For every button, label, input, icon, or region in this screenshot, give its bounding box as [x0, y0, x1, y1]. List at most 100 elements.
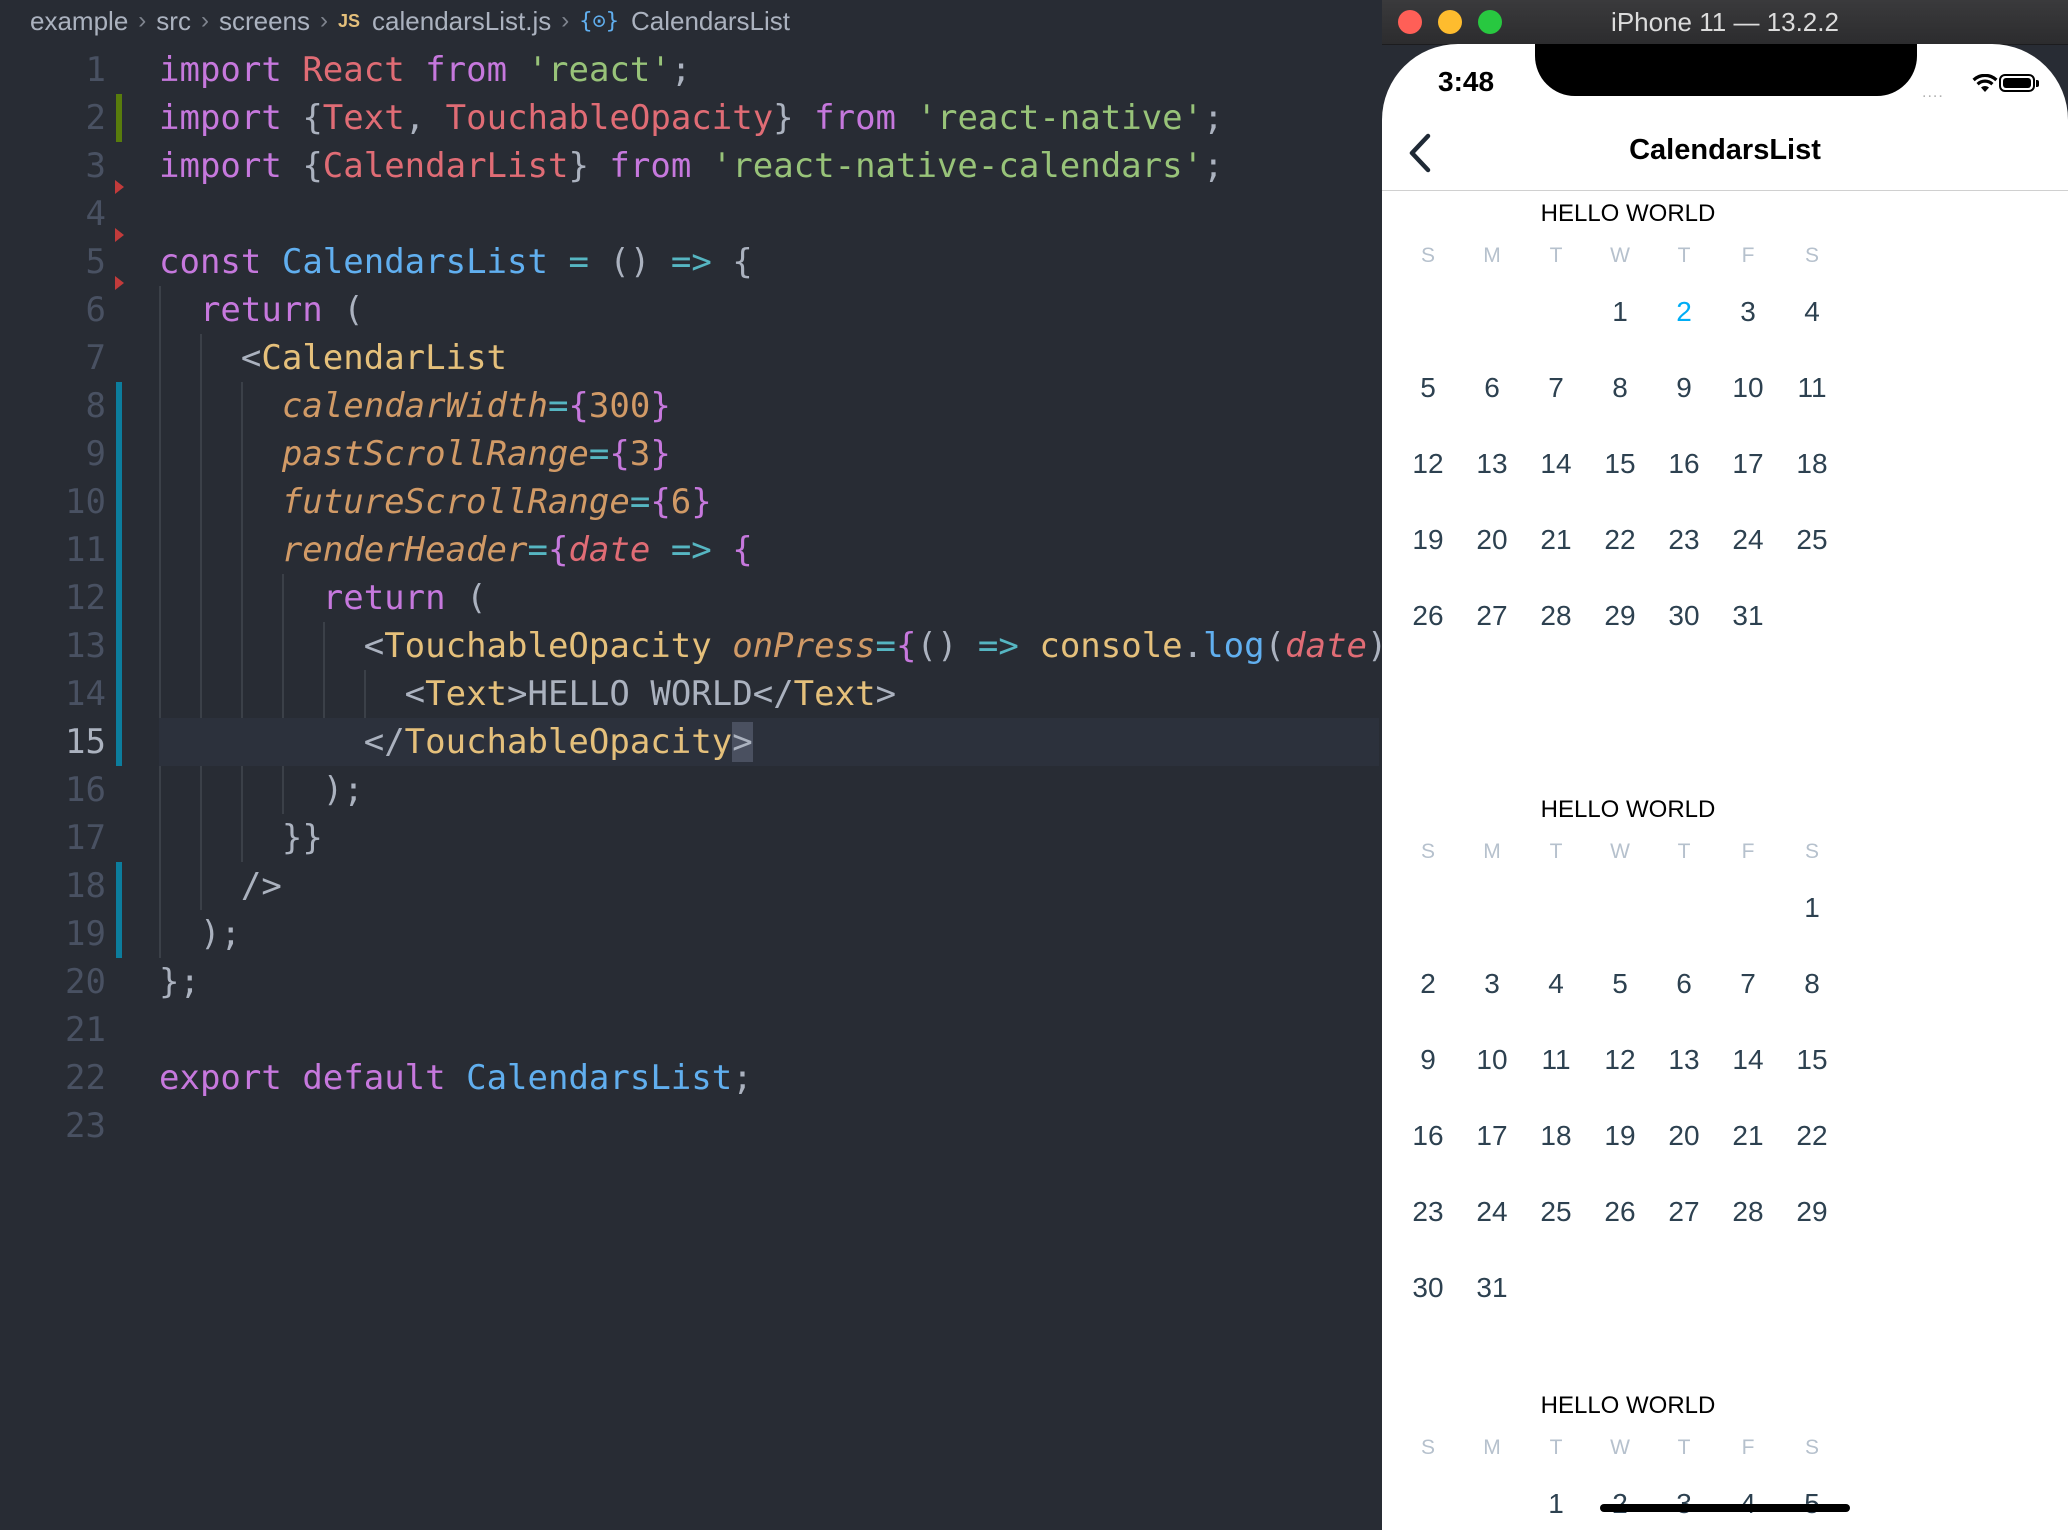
line-number[interactable]: 21 — [0, 1006, 106, 1054]
code-text[interactable]: }; — [159, 958, 200, 1006]
code-line[interactable]: 1 import React from 'react'; — [0, 46, 1382, 94]
calendar-day[interactable]: 4 — [1782, 296, 1842, 328]
home-indicator[interactable] — [1600, 1504, 1850, 1512]
calendar-day[interactable]: 10 — [1718, 372, 1778, 404]
breadcrumb-item-folder-example[interactable]: example — [30, 6, 128, 37]
line-number[interactable]: 17 — [0, 814, 106, 862]
code-line[interactable]: 13 <TouchableOpacity onPress={() => cons… — [0, 622, 1382, 670]
git-modified-marker[interactable] — [116, 430, 122, 478]
code-text[interactable]: <TouchableOpacity onPress={() => console… — [159, 622, 1382, 670]
calendar-day[interactable]: 5 — [1398, 372, 1458, 404]
calendar-day[interactable]: 16 — [1654, 448, 1714, 480]
calendar-day[interactable]: 5 — [1590, 968, 1650, 1000]
code-text[interactable]: }} — [159, 814, 323, 862]
calendar-day[interactable]: 31 — [1462, 1272, 1522, 1304]
calendar-day[interactable]: 22 — [1782, 1120, 1842, 1152]
calendar-day[interactable]: 8 — [1782, 968, 1842, 1000]
line-number[interactable]: 19 — [0, 910, 106, 958]
calendar-day[interactable]: 20 — [1654, 1120, 1714, 1152]
calendar-day[interactable]: 7 — [1718, 968, 1778, 1000]
calendar-day[interactable]: 11 — [1526, 1044, 1586, 1076]
code-line[interactable]: 9 pastScrollRange={3} — [0, 430, 1382, 478]
git-modified-marker[interactable] — [116, 718, 122, 766]
calendar-day-today[interactable]: 2 — [1654, 296, 1714, 328]
month-header-touchable[interactable]: HELLO WORLD — [1382, 796, 1874, 824]
code-text[interactable]: <CalendarList — [159, 334, 507, 382]
calendar-day[interactable]: 21 — [1526, 524, 1586, 556]
code-text[interactable]: ); — [159, 766, 364, 814]
calendar-day[interactable]: 21 — [1718, 1120, 1778, 1152]
line-number[interactable]: 11 — [0, 526, 106, 574]
line-number[interactable]: 13 — [0, 622, 106, 670]
line-number[interactable]: 9 — [0, 430, 106, 478]
git-modified-marker[interactable] — [116, 526, 122, 574]
calendar-day[interactable]: 20 — [1462, 524, 1522, 556]
month-header-touchable[interactable]: HELLO WORLD — [1382, 200, 1874, 228]
code-text[interactable]: ); — [159, 910, 241, 958]
calendar-day[interactable]: 30 — [1654, 600, 1714, 632]
calendar-day[interactable]: 9 — [1654, 372, 1714, 404]
calendar-day[interactable]: 29 — [1590, 600, 1650, 632]
code-text[interactable]: </TouchableOpacity> — [159, 718, 753, 766]
calendar-day[interactable]: 4 — [1526, 968, 1586, 1000]
git-modified-marker[interactable] — [116, 622, 122, 670]
line-number[interactable]: 8 — [0, 382, 106, 430]
calendar-day[interactable]: 7 — [1526, 372, 1586, 404]
line-number[interactable]: 16 — [0, 766, 106, 814]
calendar-day[interactable]: 31 — [1718, 600, 1778, 632]
code-text[interactable]: calendarWidth={300} — [159, 382, 671, 430]
git-modified-marker[interactable] — [116, 382, 122, 430]
calendar-day[interactable]: 18 — [1782, 448, 1842, 480]
code-line[interactable]: 2 import {Text, TouchableOpacity} from 'r… — [0, 94, 1382, 142]
code-line[interactable]: 16 ); — [0, 766, 1382, 814]
calendar-day[interactable]: 24 — [1718, 524, 1778, 556]
code-line[interactable]: 5 const CalendarsList = () => { — [0, 238, 1382, 290]
breadcrumb-item-file[interactable]: calendarsList.js — [372, 6, 551, 37]
calendar-day[interactable]: 12 — [1590, 1044, 1650, 1076]
git-modified-marker[interactable] — [116, 910, 122, 958]
code-line[interactable]: 4 — [0, 190, 1382, 242]
calendar-day[interactable]: 1 — [1782, 892, 1842, 924]
code-line[interactable]: 23 — [0, 1102, 1382, 1150]
line-number[interactable]: 2 — [0, 94, 106, 142]
calendar-day[interactable]: 28 — [1526, 600, 1586, 632]
line-number[interactable]: 5 — [0, 238, 106, 286]
calendar-day[interactable]: 6 — [1462, 372, 1522, 404]
calendar-day[interactable]: 29 — [1782, 1196, 1842, 1228]
calendar-day[interactable]: 24 — [1462, 1196, 1522, 1228]
code-line[interactable]: 18 /> — [0, 862, 1382, 910]
code-line[interactable]: 20}; — [0, 958, 1382, 1006]
code-line[interactable]: 6 return ( — [0, 286, 1382, 334]
code-line[interactable]: 14 <Text>HELLO WORLD</Text> — [0, 670, 1382, 718]
code-text[interactable]: return ( — [159, 574, 487, 622]
git-modified-marker[interactable] — [116, 862, 122, 910]
calendar-day[interactable]: 12 — [1398, 448, 1458, 480]
line-number[interactable]: 14 — [0, 670, 106, 718]
line-number[interactable]: 3 — [0, 142, 106, 190]
breadcrumb-item-folder-screens[interactable]: screens — [219, 6, 310, 37]
line-number[interactable]: 1 — [0, 46, 106, 94]
line-number[interactable]: 18 — [0, 862, 106, 910]
calendar-day[interactable]: 3 — [1718, 296, 1778, 328]
calendar-day[interactable]: 15 — [1782, 1044, 1842, 1076]
calendar-day[interactable]: 10 — [1462, 1044, 1522, 1076]
calendar-day[interactable]: 11 — [1782, 372, 1842, 404]
code-text[interactable]: import {CalendarList} from 'react-native… — [159, 142, 1224, 190]
git-modified-marker[interactable] — [116, 478, 122, 526]
code-line[interactable]: 12 return ( — [0, 574, 1382, 622]
breadcrumb-item-folder-src[interactable]: src — [156, 6, 191, 37]
calendar-day[interactable]: 3 — [1462, 968, 1522, 1000]
calendar-day[interactable]: 19 — [1398, 524, 1458, 556]
line-number[interactable]: 7 — [0, 334, 106, 382]
code-text[interactable]: renderHeader={date => { — [159, 526, 753, 574]
code-text[interactable]: return ( — [159, 286, 364, 334]
calendar-day[interactable]: 1 — [1526, 1488, 1586, 1520]
calendar-day[interactable]: 19 — [1590, 1120, 1650, 1152]
git-modified-marker[interactable] — [116, 670, 122, 718]
code-text[interactable]: pastScrollRange={3} — [159, 430, 671, 478]
calendar-day[interactable]: 13 — [1654, 1044, 1714, 1076]
line-number[interactable]: 22 — [0, 1054, 106, 1102]
calendar-day[interactable]: 6 — [1654, 968, 1714, 1000]
calendar-day[interactable]: 9 — [1398, 1044, 1458, 1076]
line-number[interactable]: 6 — [0, 286, 106, 334]
